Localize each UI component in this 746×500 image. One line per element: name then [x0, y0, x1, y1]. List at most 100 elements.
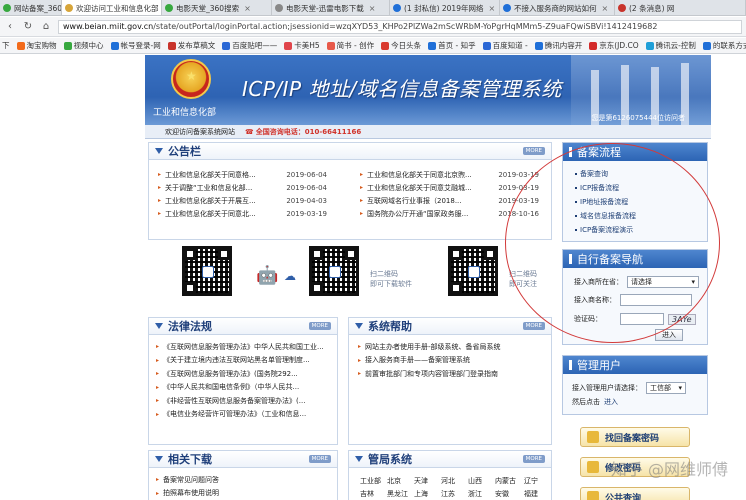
tab-3[interactable]: 电影天堂-迅雷电影下载 ×	[272, 0, 390, 15]
bookmark-favicon-icon	[428, 41, 437, 50]
home-icon[interactable]: ⌂	[40, 21, 52, 33]
news-item[interactable]: ▸ 工业和信息化部关于同意格... 2019-06-04	[158, 168, 327, 181]
android-icon[interactable]: 🤖	[256, 265, 278, 286]
more-button[interactable]: MORE	[522, 322, 545, 330]
bookmark-14[interactable]: 的联系方式	[702, 40, 746, 51]
list-item[interactable]: ▸ 《非经营性互联网信息服务备案管理办法》(...	[156, 394, 334, 408]
bookmark-1[interactable]: 淘宝购物	[16, 40, 57, 51]
bureau-link[interactable]: 江苏	[441, 489, 468, 499]
bookmark-2[interactable]: 视频中心	[63, 40, 104, 51]
list-item[interactable]: ▸ 《关于建立境内违法互联网站黑名单管理制度...	[156, 354, 334, 368]
list-item[interactable]: ▸ 拍照幕布使用说明	[156, 487, 334, 500]
more-button[interactable]: MORE	[522, 147, 545, 155]
bullet-icon: ▸	[156, 343, 160, 351]
close-icon[interactable]: ×	[369, 4, 376, 13]
info-bar: 欢迎访问备案系统网站 ☎ 全国咨询电话：010-66411166	[145, 125, 711, 139]
public-query-button[interactable]: 公共查询	[580, 487, 690, 500]
user-type-select[interactable]: 工信部 ▾	[646, 382, 686, 394]
url-path: /state/outPortal/loginPortal.action;jses…	[153, 21, 658, 31]
news-item[interactable]: ▸ 关于调整“工业和信息化部... 2019-06-04	[158, 181, 327, 194]
bureau-link[interactable]: 河北	[441, 476, 468, 486]
list-item[interactable]: ▸ 《互联网信息服务管理办法》(国务院292...	[156, 367, 334, 381]
bullet-icon: ▸	[158, 197, 162, 204]
address-bar: ‹ ↻ ⌂ www.beian.miit.gov.cn/state/outPor…	[0, 17, 746, 37]
news-item[interactable]: ▸ 工业和信息化部关于同意北... 2019-03-19	[158, 207, 327, 220]
tab-1[interactable]: 欢迎访问工业和信息化部 ×	[62, 0, 162, 15]
tab-0[interactable]: 网站备案_360搜索 ×	[0, 0, 62, 15]
find-password-button[interactable]: 找回备案密码	[580, 427, 690, 447]
bookmark-favicon-icon	[16, 41, 25, 50]
bullet-icon: ▸	[360, 184, 364, 191]
bureau-link[interactable]: 工业部	[360, 476, 387, 486]
news-item[interactable]: ▸ 工业和信息化部关于开展互... 2019-04-03	[158, 194, 327, 207]
bullet-icon: ▸	[156, 476, 160, 484]
watermark: 知乎 @网维师傅	[610, 460, 728, 479]
list-item[interactable]: ▸ 网站主办者使用手册-部级系统、备省局系统	[358, 340, 548, 354]
news-item[interactable]: ▸ 工业和信息化部关于同意艾融城... 2019-03-19	[360, 181, 539, 194]
news-item[interactable]: ▸ 工业和信息化部关于同意北京煦... 2019-03-19	[360, 168, 539, 181]
bookmark-6[interactable]: 卡美H5	[284, 40, 320, 51]
bureau-link[interactable]: 上海	[414, 489, 441, 499]
close-icon[interactable]: ×	[244, 4, 251, 13]
bureau-link[interactable]: 天津	[414, 476, 441, 486]
tab-label: 电影天堂-迅雷电影下载	[286, 3, 364, 13]
hand-pointer-icon	[587, 431, 599, 443]
url-input[interactable]: www.beian.miit.gov.cn/state/outPortal/lo…	[58, 19, 742, 34]
bookmark-13[interactable]: 腾讯云-控制	[645, 40, 696, 51]
bureau-link[interactable]: 内蒙古	[495, 476, 524, 486]
close-icon[interactable]: ×	[602, 4, 609, 13]
phone-icon: ☎	[245, 127, 254, 136]
bookmark-8[interactable]: 今日头条	[381, 40, 421, 51]
tab-4[interactable]: (1 封私信) 2019年网络 ×	[390, 0, 500, 15]
tab-strip: 网站备案_360搜索 × 欢迎访问工业和信息化部 × 电影天堂_360搜索 × …	[0, 0, 746, 16]
bureau-link[interactable]: 福建	[524, 489, 548, 499]
bureau-link[interactable]: 山西	[468, 476, 495, 486]
bureau-link[interactable]: 吉林	[360, 489, 387, 499]
bookmark-4[interactable]: 发布草稿文	[167, 40, 215, 51]
user-type-row: 接入管理用户请选择： 工信部 ▾	[572, 382, 686, 394]
bookmark-3[interactable]: 帐号登录-网	[110, 40, 161, 51]
list-item[interactable]: ▸ 《互联网信息服务管理办法》中华人民共和国工业...	[156, 340, 334, 354]
close-icon[interactable]: ×	[488, 4, 495, 13]
manage-users-title: 管理用户	[577, 359, 621, 372]
tab-2[interactable]: 电影天堂_360搜索 ×	[162, 0, 272, 15]
list-item[interactable]: ▸ 前置审批部门和专项内容管理部门登录指南	[358, 367, 548, 381]
bullet-icon: ▸	[358, 370, 362, 378]
bullet-icon: ▸	[158, 171, 162, 178]
list-item[interactable]: ▸ 备案常见问题问答	[156, 473, 334, 487]
bookmark-favicon-icon	[589, 41, 598, 50]
laws-header: 法律法规 MORE	[149, 318, 337, 335]
downloads-header: 相关下载 MORE	[149, 451, 337, 468]
more-button[interactable]: MORE	[522, 455, 545, 463]
bullet-icon: ▸	[360, 197, 364, 204]
bookmark-12[interactable]: 京东(JD.CO	[589, 40, 639, 51]
bookmark-11[interactable]: 腾讯内容开	[534, 40, 582, 51]
list-item[interactable]: ▸ 《电信业务经营许可管理办法》（工业和信息...	[156, 408, 334, 422]
cloud-download-icon[interactable]: ☁	[284, 269, 296, 283]
bookmark-favicon-icon	[381, 41, 390, 50]
bullet-icon: ▸	[360, 210, 364, 217]
list-item[interactable]: ▸ 接入服务商手册——备案管理系统	[358, 354, 548, 368]
bookmark-0[interactable]: 下	[2, 40, 10, 51]
bookmark-10[interactable]: 百度知道 -	[482, 40, 528, 51]
bureau-link[interactable]: 安徽	[495, 489, 524, 499]
bookmark-5[interactable]: 百度贴吧——	[222, 40, 277, 51]
back-arrow-icon[interactable]: ‹	[4, 21, 16, 33]
more-button[interactable]: MORE	[308, 455, 331, 463]
site-favicon-icon	[618, 4, 626, 12]
bureau-link[interactable]: 黑龙江	[387, 489, 414, 499]
bookmark-9[interactable]: 首页 - 知乎	[428, 40, 476, 51]
site-banner: ★ 工业和信息化部 ICP/IP 地址/域名信息备案管理系统 您是第612607…	[145, 55, 711, 125]
bureau-link[interactable]: 北京	[387, 476, 414, 486]
user-enter-link[interactable]: 进入	[604, 397, 618, 407]
tab-6[interactable]: (2 条消息) 网	[615, 0, 746, 15]
bureau-link[interactable]: 辽宁	[524, 476, 548, 486]
refresh-icon[interactable]: ↻	[22, 21, 34, 33]
tab-5[interactable]: 不接入服务商的网站如何 ×	[500, 0, 615, 15]
bureau-link[interactable]: 浙江	[468, 489, 495, 499]
more-button[interactable]: MORE	[308, 322, 331, 330]
bookmark-7[interactable]: 简书 - 创作	[326, 40, 374, 51]
bullet-icon: ▸	[156, 356, 160, 364]
downloads-title: 相关下载	[168, 453, 212, 466]
list-item[interactable]: ▸ 《中华人民共和国电信条例》（中华人民共...	[156, 381, 334, 395]
